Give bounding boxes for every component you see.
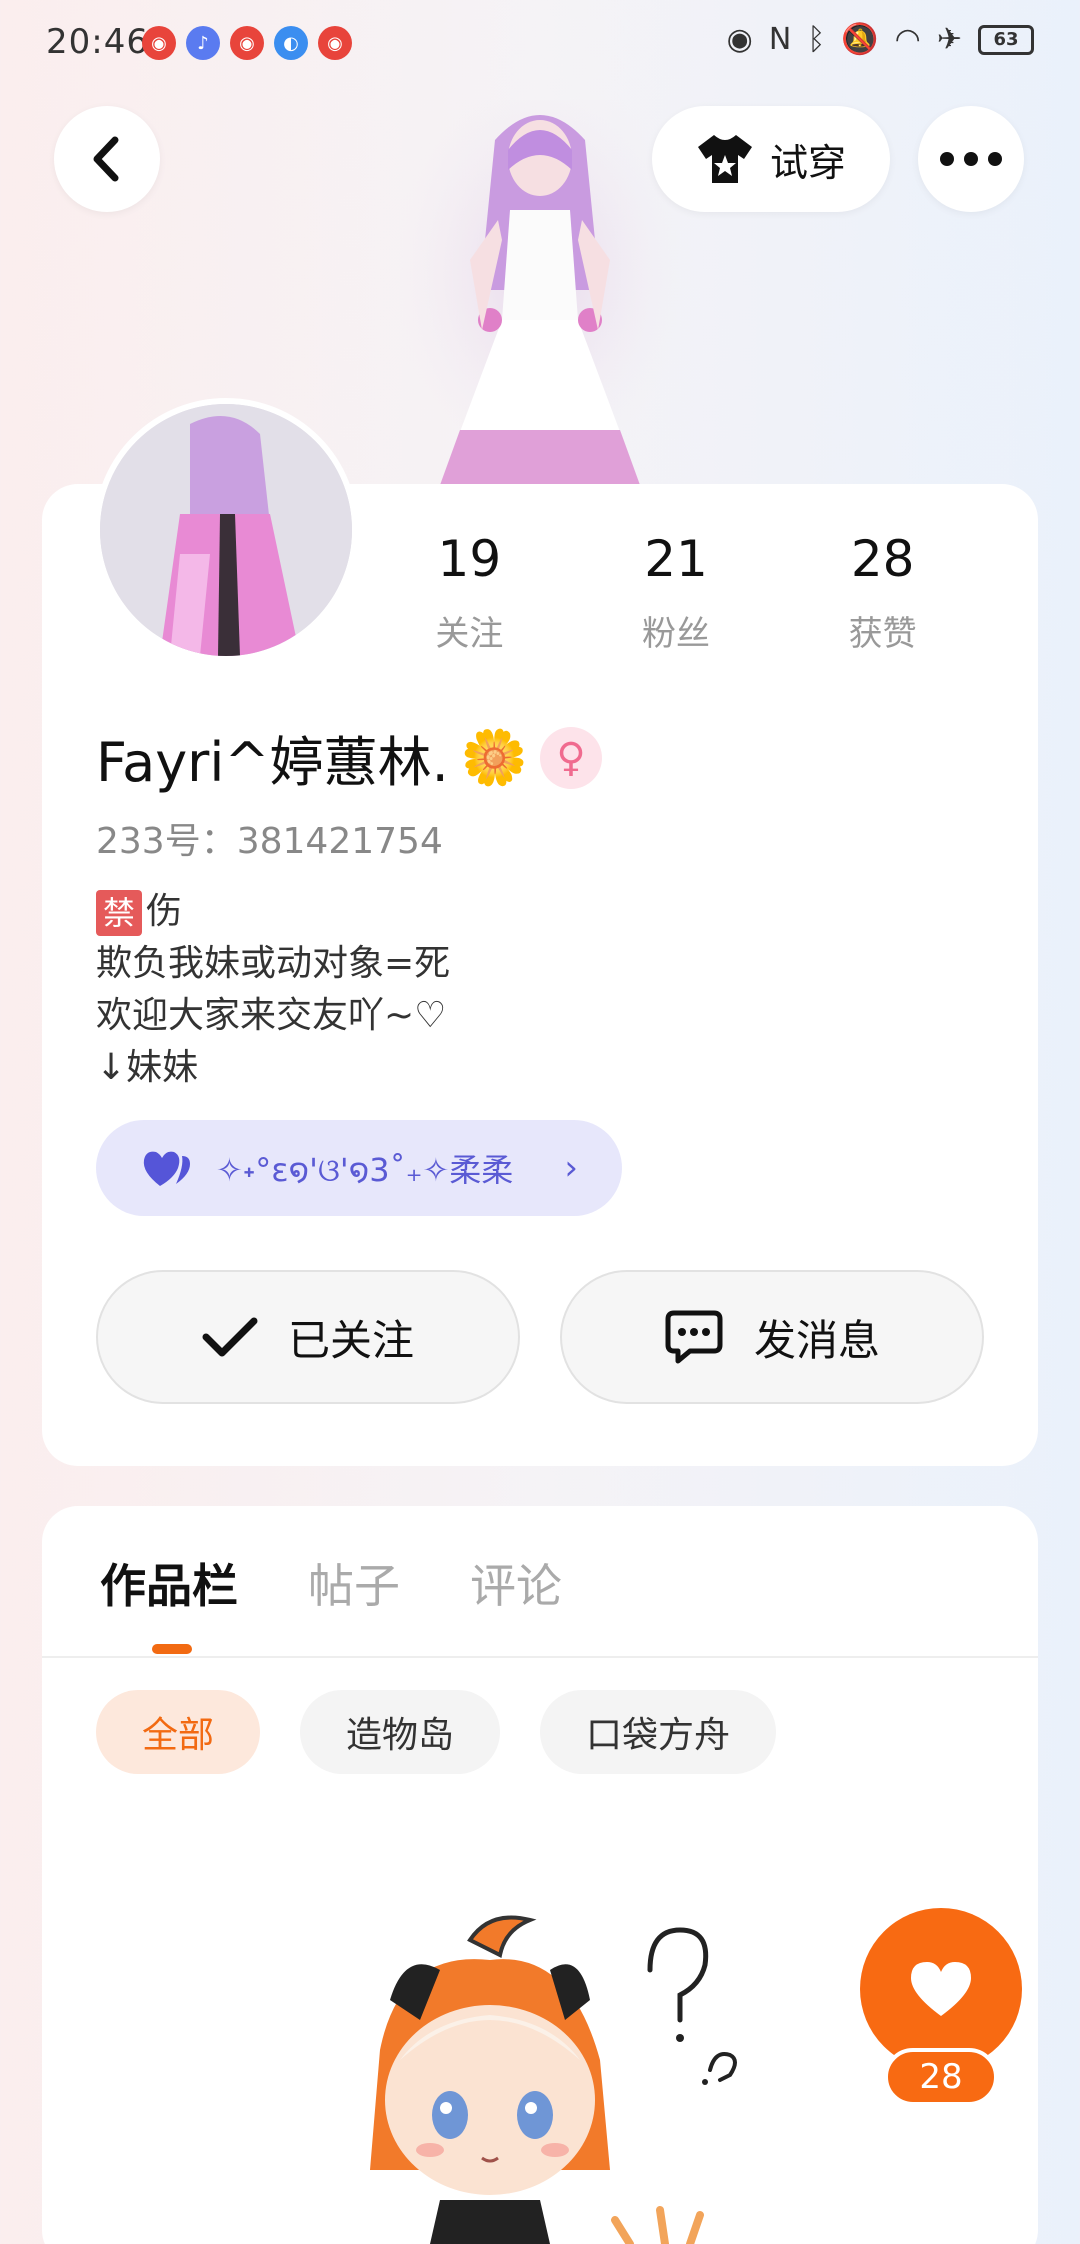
- send-message-label: 发消息: [753, 1315, 880, 1365]
- stat-value: 21: [644, 530, 708, 588]
- chevron-right-icon: ›: [564, 1148, 578, 1188]
- avatar-character-image: [100, 404, 352, 656]
- bio-line-text: 伤: [146, 891, 183, 932]
- send-message-button[interactable]: 发消息: [560, 1270, 984, 1404]
- active-tab-indicator: [152, 1644, 192, 1654]
- battery-icon: 63: [978, 24, 1034, 55]
- back-button[interactable]: [54, 106, 160, 212]
- bio: 禁伤 欺负我妹或动对象=死 欢迎大家来交友吖~♡ ↓妹妹: [96, 886, 450, 1094]
- following-button[interactable]: 已关注: [96, 1270, 520, 1404]
- mute-icon: 🔕: [841, 22, 879, 57]
- stat-label: 粉丝: [642, 614, 710, 654]
- more-dots-icon: [940, 152, 1002, 166]
- chat-bubble-icon: [665, 1310, 723, 1364]
- user-id: 233号：381421754: [96, 821, 443, 862]
- tab-divider: [42, 1656, 1038, 1658]
- try-on-button[interactable]: 试穿: [652, 106, 890, 212]
- status-bar: 20:46 ◉ ♪ ◉ ◐ ◉ ◉ N ᛒ 🔕 ◠ ✈ 63: [0, 0, 1080, 90]
- character-showcase: [400, 100, 680, 485]
- tshirt-icon: [697, 135, 752, 183]
- eye-icon: ◉: [726, 22, 753, 57]
- more-options-button[interactable]: [918, 106, 1024, 212]
- ban-emoji: 禁: [96, 890, 142, 936]
- wifi-icon: ◠: [894, 22, 921, 57]
- hearts-icon: [143, 1151, 190, 1186]
- empty-state-mascot: [370, 1915, 737, 2244]
- badge-text: ✧˖°ε໑'ଓ'໑3˚₊✧柔柔: [216, 1151, 514, 1189]
- heart-icon: [911, 1962, 971, 2016]
- bio-line: 欺负我妹或动对象=死: [96, 943, 451, 984]
- airplane-icon: ✈: [936, 22, 962, 57]
- back-arrow-icon: [93, 136, 119, 182]
- stat-value: 19: [437, 530, 502, 588]
- bluetooth-icon: ᛒ: [807, 22, 826, 57]
- status-app-icons: ◉ ♪ ◉ ◐ ◉: [142, 26, 352, 60]
- filter-chips: 全部 造物岛 口袋方舟: [96, 1690, 777, 1774]
- status-indicators: ◉ N ᛒ 🔕 ◠ ✈ 63: [727, 22, 1034, 57]
- tab-comments[interactable]: 评论: [470, 1550, 562, 1616]
- avatar[interactable]: [94, 398, 358, 662]
- daisy-icon: 🌼: [460, 725, 529, 789]
- bio-line: 欢迎大家来交友吖~♡: [96, 995, 447, 1036]
- music-icon: ♪: [186, 26, 220, 60]
- stat-following[interactable]: 19 关注: [366, 530, 573, 655]
- browser-icon: ◐: [274, 26, 308, 60]
- female-gender-icon: ♀: [540, 726, 603, 789]
- relationship-badge[interactable]: ✧˖°ε໑'ଓ'໑3˚₊✧柔柔 ›: [96, 1120, 622, 1216]
- like-count: 28: [884, 2048, 998, 2106]
- weibo-icon: ◉: [318, 26, 352, 60]
- stat-label: 关注: [435, 614, 504, 654]
- bio-line: 禁伤: [96, 886, 450, 938]
- nickname: Fayri^婷蕙林.: [96, 731, 449, 794]
- stat-label: 获赞: [848, 614, 917, 654]
- bio-line: ↓妹妹: [96, 1047, 199, 1088]
- following-label: 已关注: [287, 1315, 414, 1365]
- stats-row: 19 关注 21 粉丝 28 获赞: [366, 530, 986, 655]
- stat-followers[interactable]: 21 粉丝: [573, 530, 780, 655]
- filter-pocket-ark[interactable]: 口袋方舟: [540, 1690, 777, 1774]
- nickname-row: Fayri^婷蕙林. 🌼 ♀: [96, 718, 603, 797]
- status-time: 20:46: [46, 22, 149, 62]
- weibo-icon: ◉: [142, 26, 176, 60]
- tab-posts[interactable]: 帖子: [308, 1550, 400, 1616]
- filter-creation-island[interactable]: 造物岛: [300, 1690, 501, 1774]
- content-tabs: 作品栏 帖子 评论: [100, 1550, 562, 1616]
- like-button[interactable]: [860, 1908, 1022, 2070]
- nfc-icon: N: [768, 22, 792, 57]
- tab-works[interactable]: 作品栏: [100, 1550, 238, 1616]
- filter-all[interactable]: 全部: [96, 1690, 261, 1774]
- stat-value: 28: [850, 530, 915, 588]
- try-on-label: 试穿: [769, 140, 846, 185]
- check-icon: [202, 1317, 258, 1357]
- weibo-icon: ◉: [230, 26, 264, 60]
- stat-likes[interactable]: 28 获赞: [779, 530, 986, 655]
